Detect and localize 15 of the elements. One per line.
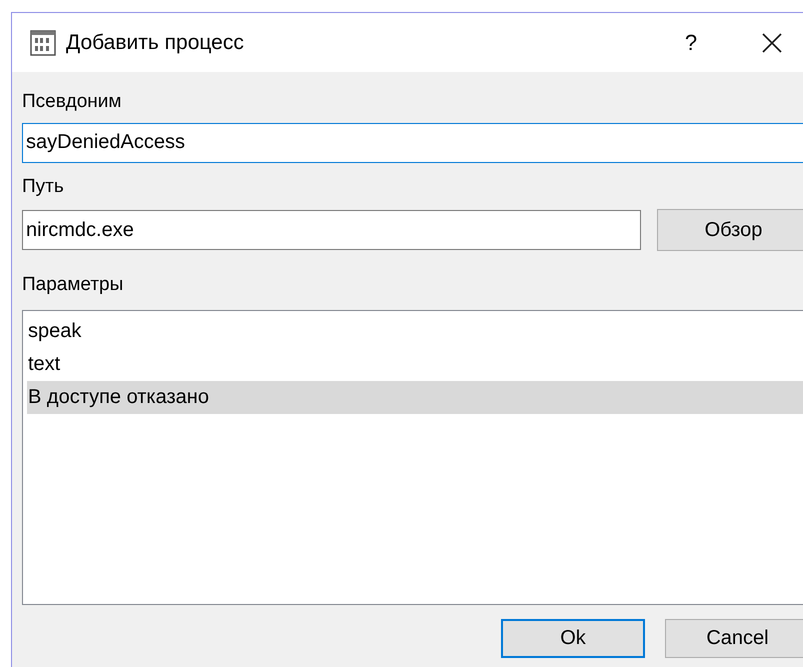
field-label: Псевдоним xyxy=(22,90,122,114)
dialog-button[interactable]: Ok xyxy=(501,618,645,658)
list-item[interactable]: speak xyxy=(27,314,803,348)
app-icon xyxy=(30,30,56,56)
close-icon[interactable] xyxy=(761,32,783,54)
field-label: Параметры xyxy=(22,273,124,297)
browse-button[interactable]: Обзор xyxy=(657,209,803,251)
text-field[interactable]: nircmdc.exe xyxy=(22,210,641,250)
list-item[interactable]: В доступе отказано xyxy=(27,380,803,414)
dialog-button[interactable]: Cancel xyxy=(665,618,803,658)
list-item[interactable]: text xyxy=(27,348,803,380)
help-button[interactable]: ? xyxy=(671,26,711,59)
window-title: Добавить процесс xyxy=(66,30,245,56)
text-field[interactable]: sayDeniedAccess xyxy=(22,122,803,162)
field-label: Путь xyxy=(22,174,65,198)
